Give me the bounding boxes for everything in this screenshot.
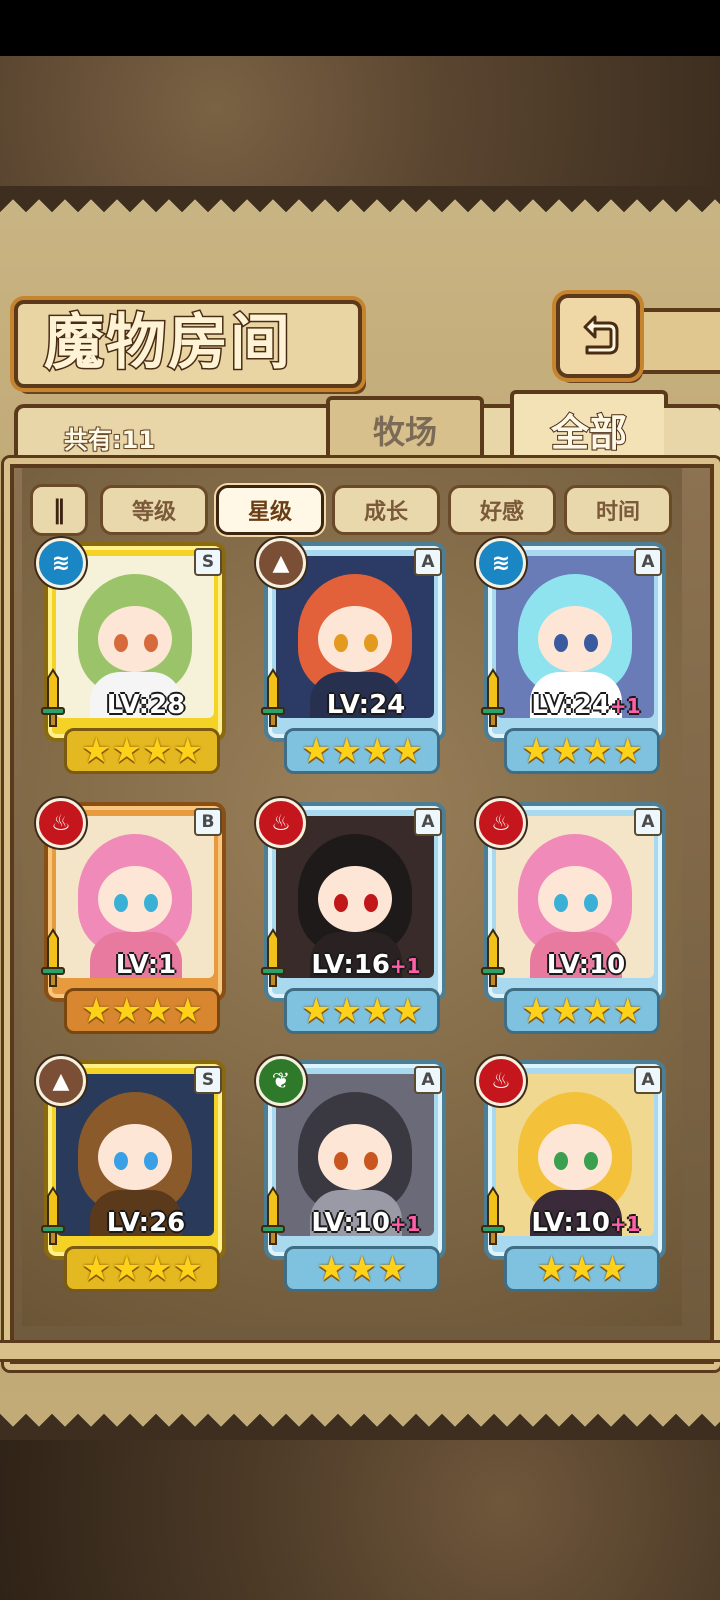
- monster-level: LV:24+1: [531, 690, 641, 720]
- monster-level: LV:28: [106, 690, 186, 720]
- torn-edge-bottom: [0, 1414, 720, 1440]
- sword-icon: [481, 1186, 505, 1245]
- rank-badge: A: [634, 808, 662, 836]
- earth-element-icon: ▲: [256, 538, 306, 588]
- return-arrow-icon: [583, 315, 619, 355]
- fire-element-icon: ♨: [476, 1056, 526, 1106]
- star-rating: ★★★★: [504, 988, 660, 1034]
- rank-badge: A: [414, 1066, 442, 1094]
- rank-badge: B: [194, 808, 222, 836]
- filter-level[interactable]: 等级: [100, 485, 208, 535]
- rank-badge: A: [634, 548, 662, 576]
- rank-badge: A: [634, 1066, 662, 1094]
- sort-order-button[interactable]: ‖: [30, 484, 88, 536]
- sword-icon: [481, 928, 505, 987]
- sort-icon: ‖: [52, 495, 66, 525]
- star-rating: ★★★★: [284, 728, 440, 774]
- tab-rail-end: [664, 404, 720, 464]
- sword-icon: [261, 668, 285, 727]
- filter-time[interactable]: 时间: [564, 485, 672, 535]
- monster-card[interactable]: A ♨ LV:10+1 ★★★: [476, 1056, 670, 1292]
- monster-card[interactable]: A ≋ LV:24+1 ★★★★: [476, 538, 670, 774]
- filter-star[interactable]: 星级: [216, 485, 324, 535]
- monster-level: LV:26: [106, 1208, 186, 1238]
- status-bar: [0, 0, 720, 56]
- torn-edge-top: [0, 186, 720, 212]
- map-background-top: [0, 56, 720, 186]
- star-rating: ★★★: [504, 1246, 660, 1292]
- star-rating: ★★★★: [504, 728, 660, 774]
- rank-badge: S: [194, 1066, 222, 1094]
- sword-icon: [41, 668, 65, 727]
- sword-icon: [481, 668, 505, 727]
- monster-card[interactable]: A ▲ LV:24 ★★★★: [256, 538, 450, 774]
- monster-count: 共有:11: [64, 426, 155, 454]
- filter-growth[interactable]: 成长: [332, 485, 440, 535]
- rank-badge: S: [194, 548, 222, 576]
- fire-element-icon: ♨: [256, 798, 306, 848]
- monster-card[interactable]: S ≋ LV:28 ★★★★: [36, 538, 230, 774]
- water-element-icon: ≋: [476, 538, 526, 588]
- title-plate: 魔物房间: [14, 300, 362, 388]
- star-rating: ★★★★: [64, 728, 220, 774]
- filter-affection[interactable]: 好感: [448, 485, 556, 535]
- sword-icon: [41, 928, 65, 987]
- map-background-bottom: [0, 1440, 720, 1600]
- star-rating: ★★★: [284, 1246, 440, 1292]
- tab-all[interactable]: 全部: [510, 390, 668, 464]
- rank-badge: A: [414, 808, 442, 836]
- sword-icon: [41, 1186, 65, 1245]
- star-rating: ★★★★: [284, 988, 440, 1034]
- monster-level: LV:10: [546, 950, 626, 980]
- back-button-rail: [640, 308, 720, 374]
- star-rating: ★★★★: [64, 988, 220, 1034]
- sword-icon: [261, 1186, 285, 1245]
- water-element-icon: ≋: [36, 538, 86, 588]
- monster-card[interactable]: A ♨ LV:10 ★★★★: [476, 798, 670, 1034]
- monster-card[interactable]: S ▲ LV:26 ★★★★: [36, 1056, 230, 1292]
- rank-badge: A: [414, 548, 442, 576]
- fire-element-icon: ♨: [476, 798, 526, 848]
- monster-level: LV:10+1: [531, 1208, 641, 1238]
- wood-element-icon: ❦: [256, 1056, 306, 1106]
- monster-level: LV:24: [326, 690, 406, 720]
- monster-card[interactable]: A ♨ LV:16+1 ★★★★: [256, 798, 450, 1034]
- fire-element-icon: ♨: [36, 798, 86, 848]
- earth-element-icon: ▲: [36, 1056, 86, 1106]
- star-rating: ★★★★: [64, 1246, 220, 1292]
- monster-level: LV:10+1: [311, 1208, 421, 1238]
- tab-farm[interactable]: 牧场: [326, 396, 484, 460]
- panel-bottom-rail: [0, 1340, 720, 1362]
- back-button[interactable]: [556, 294, 640, 378]
- monster-level: LV:16+1: [311, 950, 421, 980]
- sword-icon: [261, 928, 285, 987]
- monster-level: LV:1: [115, 950, 177, 980]
- monster-card[interactable]: A ❦ LV:10+1 ★★★: [256, 1056, 450, 1292]
- page-title: 魔物房间: [43, 308, 292, 378]
- monster-card[interactable]: B ♨ LV:1 ★★★★: [36, 798, 230, 1034]
